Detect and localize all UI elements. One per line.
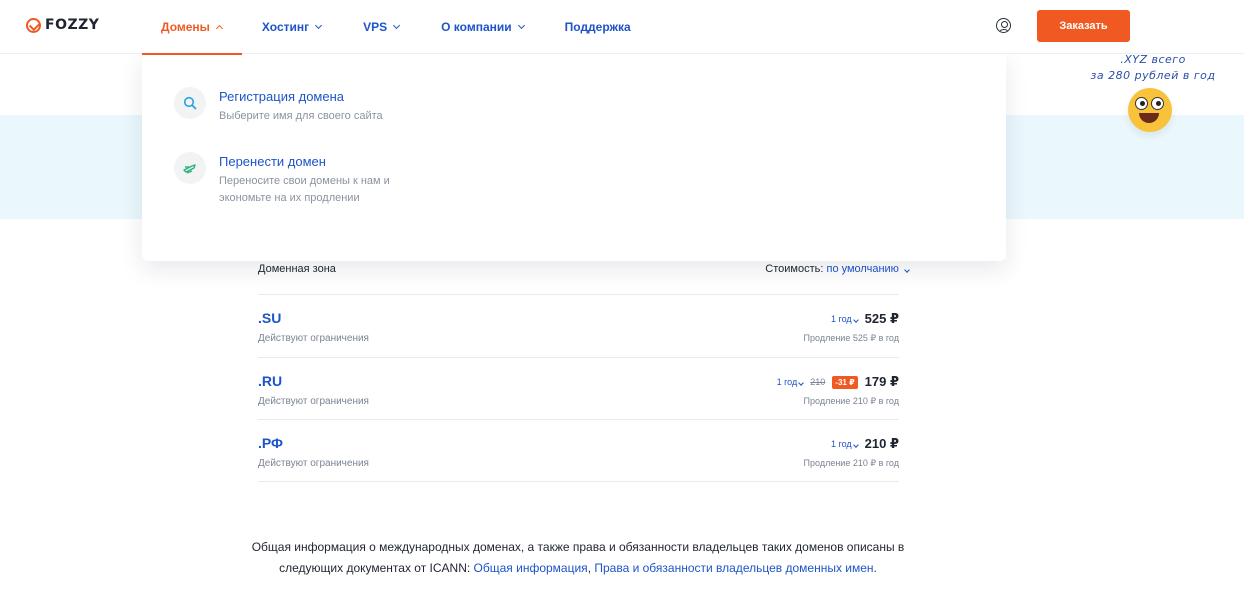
table-row: .RU Действуют ограничения 1 год 210 -31 … [258,357,899,419]
chevron-up-icon [215,24,223,33]
chevron-down-icon [517,21,525,30]
info-period: . [873,561,877,575]
eye-left [1135,97,1148,110]
link-owner-rights[interactable]: Права и обязанности владельцев доменных … [594,561,873,575]
price-line: 1 год 525 ₽ [831,311,899,327]
smiley-mascot-icon [1128,88,1172,132]
dropdown-item-title: Перенести домен [219,154,326,169]
price: 179 ₽ [864,374,899,389]
domain-zone-link[interactable]: .SU [258,310,281,326]
sort-control[interactable]: Стоимость: по умолчанию [765,263,910,275]
nav-label: Хостинг [261,20,310,34]
renewal-price: Продление 210 ₽ в год [803,396,899,406]
period-select[interactable]: 1 год [830,314,859,324]
restriction-note: Действуют ограничения [258,396,369,407]
nav-item-hosting[interactable]: Хостинг [242,0,341,54]
restriction-note: Действуют ограничения [258,333,369,344]
promo-line-2: за 280 рублей в год [1090,69,1216,82]
table-row: .SU Действуют ограничения 1 год 525 ₽ Пр… [258,294,899,356]
nav-label: О компании [441,20,512,34]
domain-zone-link[interactable]: .РФ [258,435,283,451]
transfer-icon [174,152,206,184]
nav-label: VPS [363,20,388,34]
sort-value: по умолчанию [826,263,899,275]
discount-badge: -31 ₽ [832,375,858,389]
main-nav: Домены Хостинг VPS О компании Поддержка [142,0,651,55]
domains-dropdown: Регистрация домена Выберите имя для свое… [142,54,1006,261]
domain-zone-link[interactable]: .RU [258,373,282,389]
search-icon [174,87,206,119]
logo-text: FOZZY [45,17,100,33]
table-row: .РФ Действуют ограничения 1 год 210 ₽ Пр… [258,419,899,481]
order-button[interactable]: Заказать [1037,10,1130,42]
dropdown-item-desc: Выберите имя для своего сайта [219,110,383,122]
promo-line-1: .XYZ всего [1120,53,1186,66]
period-label: 1 год [776,377,798,387]
renewal-price: Продление 525 ₽ в год [803,333,899,343]
promo-text: .XYZ всего за 280 рублей в год [1088,52,1218,84]
nav-item-domains[interactable]: Домены [142,0,242,55]
nav-label: Домены [161,20,210,34]
dropdown-item-title: Регистрация домена [219,89,344,104]
chevron-down-icon [852,317,859,323]
price-line: 1 год 210 ₽ [831,436,899,452]
chevron-down-icon [315,21,323,30]
nav-item-support[interactable]: Поддержка [544,0,651,54]
dropdown-item-transfer-domain[interactable]: Перенести домен Переносите свои домены к… [174,152,419,207]
renewal-price: Продление 210 ₽ в год [803,458,899,468]
nav-label: Поддержка [564,20,631,34]
site-header: FOZZY Домены Хостинг VPS О компании Подд… [0,0,1244,55]
old-price: 210 [810,377,826,387]
dropdown-item-desc: Переносите свои домены к нам и экономьте… [219,175,390,204]
icann-info-paragraph: Общая информация о международных доменах… [250,537,906,579]
eye-right [1151,97,1164,110]
logo[interactable]: FOZZY [26,17,99,33]
nav-item-vps[interactable]: VPS [341,0,419,54]
sort-label: Стоимость: [765,263,824,275]
chevron-down-icon [393,21,401,30]
period-select[interactable]: 1 год [776,377,805,387]
price: 525 ₽ [864,311,899,326]
chevron-down-icon [798,380,805,386]
user-account-icon[interactable] [996,18,1011,33]
link-general-info[interactable]: Общая информация [474,561,588,575]
fozzy-logo-icon [26,17,41,33]
period-label: 1 год [830,439,852,449]
chevron-down-icon [904,267,910,273]
nav-item-about[interactable]: О компании [419,0,544,54]
period-select[interactable]: 1 год [830,439,859,449]
price: 210 ₽ [864,436,899,451]
restriction-note: Действуют ограничения [258,458,369,469]
period-label: 1 год [830,314,852,324]
dropdown-item-register-domain[interactable]: Регистрация домена Выберите имя для свое… [174,87,419,125]
chevron-down-icon [852,442,859,448]
zone-column-header: Доменная зона [258,263,336,275]
table-bottom-divider [258,481,899,482]
price-line: 1 год 210 -31 ₽ 179 ₽ [777,374,899,390]
mouth [1139,113,1159,123]
